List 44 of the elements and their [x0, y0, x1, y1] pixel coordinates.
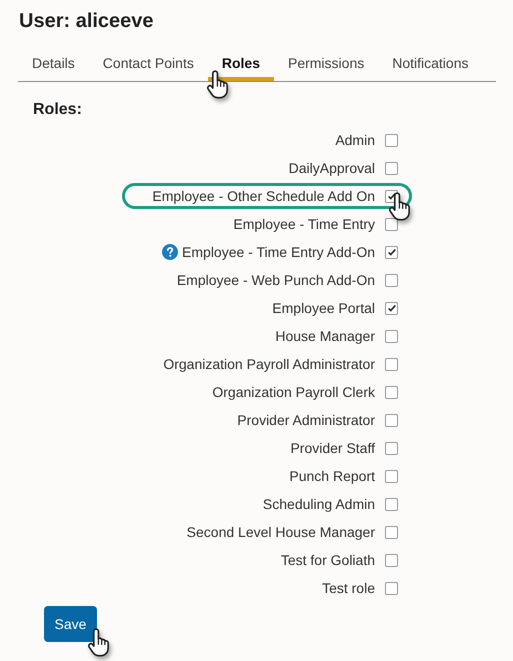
checkbox[interactable]: [385, 358, 398, 370]
role-label: Employee - Web Punch Add-On: [176, 270, 375, 290]
checkbox[interactable]: [385, 218, 398, 230]
role-label: Second Level House Manager: [186, 522, 375, 542]
checkbox[interactable]: [385, 134, 398, 146]
role-label: Employee - Time Entry Add-On: [182, 242, 375, 262]
checkbox[interactable]: [385, 162, 398, 174]
pointer-hand-icon: [389, 192, 411, 222]
tab[interactable]: Details: [18, 46, 89, 81]
role-label: Employee - Other Schedule Add On: [152, 186, 375, 206]
role-label: Admin: [335, 130, 375, 150]
role-label: Test role: [322, 578, 375, 598]
role-label: Employee Portal: [272, 298, 375, 318]
checkbox[interactable]: [385, 302, 398, 314]
checkbox[interactable]: [385, 498, 398, 510]
checkbox[interactable]: [385, 554, 398, 566]
role-label: Employee - Time Entry: [233, 214, 375, 234]
checkbox[interactable]: [385, 582, 398, 594]
role-label: Test for Goliath: [280, 550, 375, 570]
checkbox[interactable]: [385, 470, 398, 482]
help-icon[interactable]: [162, 244, 178, 260]
role-label: DailyApproval: [288, 158, 375, 178]
role-label: Punch Report: [289, 466, 375, 486]
tab[interactable]: Permissions: [274, 46, 378, 81]
pointer-hand-icon: [207, 70, 229, 100]
role-label: House Manager: [275, 326, 375, 346]
checkbox[interactable]: [385, 526, 398, 538]
tab[interactable]: Contact Points: [88, 46, 208, 81]
save-button[interactable]: Save: [44, 606, 97, 642]
tab[interactable]: Notifications: [378, 46, 482, 81]
checkbox[interactable]: [385, 442, 398, 454]
checkbox[interactable]: [385, 414, 398, 426]
checkbox[interactable]: [385, 386, 398, 398]
checkbox[interactable]: [385, 274, 398, 286]
role-label: Provider Staff: [290, 438, 375, 458]
pointer-hand-icon: [88, 628, 110, 658]
section-heading: Roles:: [33, 100, 82, 120]
page-title: User: aliceeve: [19, 9, 154, 34]
role-label: Organization Payroll Clerk: [212, 382, 375, 402]
checkbox[interactable]: [385, 330, 398, 342]
checkbox[interactable]: [385, 246, 398, 258]
role-label: Organization Payroll Administrator: [163, 354, 375, 374]
role-label: Scheduling Admin: [262, 494, 375, 514]
role-label: Provider Administrator: [237, 410, 375, 430]
